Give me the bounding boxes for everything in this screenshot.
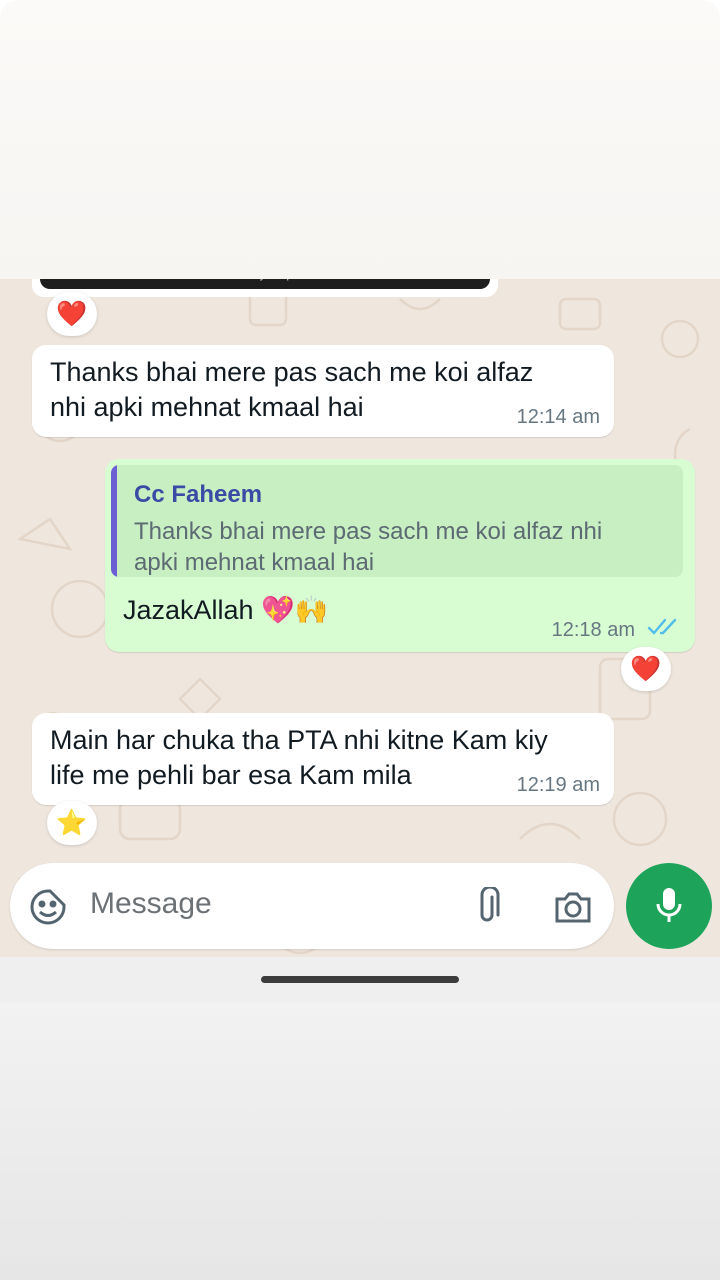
blank-bottom-area [0, 1003, 720, 1280]
quote-text-line: Thanks bhai mere pas sach me koi alfaz n… [134, 518, 603, 545]
chat-area[interactable]: stuck with your product ❤️ Thanks bhai m… [0, 279, 720, 961]
reaction-heart[interactable]: ❤️ [621, 647, 671, 691]
message-timestamp: 12:18 am [551, 619, 635, 641]
message-text: JazakAllah 💖🙌 [123, 595, 329, 625]
message-timestamp: 12:14 am [516, 406, 600, 428]
message-text-line: Main har chuka tha PTA nhi kitne Kam kiy [50, 725, 548, 755]
message-text-line: life me pehli bar esa Kam mila [50, 760, 412, 790]
attach-icon[interactable] [472, 887, 502, 927]
sticker-icon[interactable] [28, 887, 68, 927]
camera-icon[interactable] [553, 889, 593, 925]
blank-top-area [0, 0, 720, 279]
message-text-line: nhi apki mehnat kmaal hai [50, 392, 364, 422]
previous-message-media-caption: stuck with your product [40, 279, 490, 289]
quote-text: Thanks bhai mere pas sach me koi alfaz n… [134, 516, 674, 577]
quote-accent-bar [111, 465, 117, 577]
reaction-star[interactable]: ⭐ [47, 801, 97, 845]
incoming-message-bubble[interactable]: Thanks bhai mere pas sach me koi alfaz n… [32, 345, 614, 437]
message-text-line: Thanks bhai mere pas sach me koi alfaz [50, 357, 534, 387]
quoted-message[interactable]: Cc Faheem Thanks bhai mere pas sach me k… [111, 465, 683, 577]
mic-button[interactable] [626, 863, 712, 949]
gesture-handle[interactable] [261, 976, 459, 983]
message-input[interactable]: Message [90, 887, 212, 921]
previous-message-bubble[interactable]: stuck with your product [32, 279, 498, 297]
system-navigation-bar [0, 957, 720, 1003]
quote-text-line: apki mehnat kmaal hai [134, 549, 375, 576]
read-double-tick-icon [647, 618, 677, 635]
reaction-heart[interactable]: ❤️ [47, 292, 97, 336]
mic-icon [656, 888, 682, 922]
message-composer[interactable]: Message [10, 863, 614, 949]
incoming-message-bubble[interactable]: Main har chuka tha PTA nhi kitne Kam kiy… [32, 713, 614, 805]
quote-author: Cc Faheem [134, 481, 263, 508]
message-timestamp: 12:19 am [516, 774, 600, 796]
outgoing-message-bubble[interactable]: Cc Faheem Thanks bhai mere pas sach me k… [105, 459, 695, 652]
